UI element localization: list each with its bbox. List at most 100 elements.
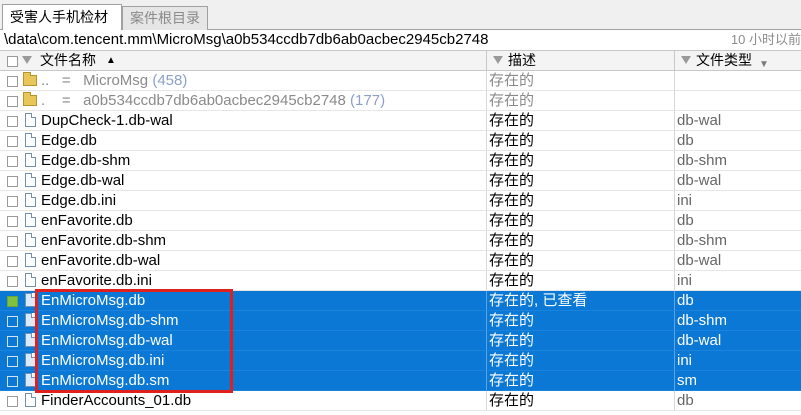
row-checkbox[interactable] [7, 136, 18, 147]
current-path: \data\com.tencent.mm\MicroMsg\a0b534ccdb… [4, 31, 489, 48]
row-checkbox[interactable] [7, 156, 18, 167]
file-type [675, 91, 801, 111]
file-name: FinderAccounts_01.db [41, 392, 192, 409]
file-name: .. [41, 72, 50, 89]
file-desc: 存在的 [487, 271, 675, 291]
row-checkbox[interactable] [7, 176, 18, 187]
filter-icon[interactable] [493, 56, 503, 64]
row-checkbox[interactable] [7, 96, 18, 107]
file-desc: 存在的 [487, 191, 675, 211]
file-icon [25, 133, 36, 147]
column-type-label: 文件类型 [696, 52, 752, 68]
table-row[interactable]: enFavorite.db-shm 存在的 db-shm [0, 231, 801, 251]
row-checkbox[interactable] [7, 356, 18, 367]
table-row[interactable]: DupCheck-1.db-wal 存在的 db-wal [0, 111, 801, 131]
file-icon [25, 393, 36, 407]
table-row[interactable]: .. = MicroMsg (458) 存在的 [0, 71, 801, 91]
file-name: EnMicroMsg.db-wal [41, 332, 173, 349]
file-type: db-shm [675, 311, 801, 331]
equals-sign: = [61, 92, 71, 109]
table-row[interactable]: enFavorite.db 存在的 db [0, 211, 801, 231]
file-name: Edge.db-shm [41, 152, 131, 169]
file-type: db-wal [675, 251, 801, 271]
file-icon [25, 373, 36, 387]
file-desc: 存在的 [487, 231, 675, 251]
table-row[interactable]: Edge.db 存在的 db [0, 131, 801, 151]
column-header-type[interactable]: 文件类型 ▼ [675, 51, 801, 71]
file-type: db [675, 131, 801, 151]
row-checkbox[interactable] [7, 316, 18, 327]
file-icon [25, 213, 36, 227]
folder-icon [23, 92, 37, 106]
file-type: db-wal [675, 111, 801, 131]
table-row-selected[interactable]: EnMicroMsg.db-wal 存在的 db-wal [0, 331, 801, 351]
row-checkbox[interactable] [7, 256, 18, 267]
file-icon [25, 233, 36, 247]
file-desc: 存在的 [487, 331, 675, 351]
filter-icon[interactable] [22, 56, 32, 64]
file-type: db-shm [675, 231, 801, 251]
row-checkbox[interactable] [7, 296, 18, 307]
column-name-label: 文件名称 [40, 52, 96, 68]
file-icon [25, 113, 36, 127]
file-name: EnMicroMsg.db.sm [41, 372, 170, 389]
file-icon [25, 333, 36, 347]
table-row[interactable]: Edge.db-shm 存在的 db-shm [0, 151, 801, 171]
file-list: .. = MicroMsg (458) 存在的 . = a0b534ccdb7d… [0, 71, 801, 411]
table-row-selected[interactable]: EnMicroMsg.db-shm 存在的 db-shm [0, 311, 801, 331]
file-desc: 存在的 [487, 71, 675, 91]
file-type: ini [675, 271, 801, 291]
file-desc: 存在的 [487, 351, 675, 371]
file-desc: 存在的 [487, 371, 675, 391]
file-type: ini [675, 191, 801, 211]
file-icon [25, 353, 36, 367]
file-desc: 存在的 [487, 391, 675, 411]
column-header-name[interactable]: 文件名称 ▲ [0, 51, 487, 71]
row-checkbox[interactable] [7, 76, 18, 87]
file-icon [25, 313, 36, 327]
table-row[interactable]: enFavorite.db-wal 存在的 db-wal [0, 251, 801, 271]
file-icon [25, 153, 36, 167]
table-row-selected[interactable]: EnMicroMsg.db 存在的, 已查看 db [0, 291, 801, 311]
row-checkbox[interactable] [7, 196, 18, 207]
file-name: enFavorite.db.ini [41, 272, 152, 289]
table-row[interactable]: Edge.db-wal 存在的 db-wal [0, 171, 801, 191]
file-desc: 存在的 [487, 131, 675, 151]
status-text: 10 小时以前 [724, 30, 801, 50]
row-checkbox[interactable] [7, 236, 18, 247]
row-checkbox[interactable] [7, 376, 18, 387]
item-count: (177) [350, 92, 386, 109]
file-desc: 存在的 [487, 251, 675, 271]
file-desc: 存在的 [487, 111, 675, 131]
file-name: EnMicroMsg.db [41, 292, 146, 309]
file-name: EnMicroMsg.db.ini [41, 352, 165, 369]
equals-sign: = [61, 72, 71, 89]
tab-case-root[interactable]: 案件根目录 [122, 6, 208, 30]
file-type: db [675, 291, 801, 311]
file-name: Edge.db.ini [41, 192, 117, 209]
file-desc: 存在的 [487, 311, 675, 331]
row-checkbox[interactable] [7, 116, 18, 127]
folder-target: MicroMsg [83, 72, 149, 89]
table-row-selected[interactable]: EnMicroMsg.db.sm 存在的 sm [0, 371, 801, 391]
tab-victim-phone-evidence[interactable]: 受害人手机检材 [2, 4, 122, 31]
select-all-checkbox[interactable] [7, 56, 18, 67]
file-type: db [675, 391, 801, 411]
row-checkbox[interactable] [7, 336, 18, 347]
table-row[interactable]: FinderAccounts_01.db 存在的 db [0, 391, 801, 411]
file-name: enFavorite.db-wal [41, 252, 161, 269]
row-checkbox[interactable] [7, 276, 18, 287]
column-header-desc[interactable]: 描述 [487, 51, 675, 71]
file-desc: 存在的 [487, 151, 675, 171]
table-row[interactable]: Edge.db.ini 存在的 ini [0, 191, 801, 211]
file-desc: 存在的 [487, 91, 675, 111]
row-checkbox[interactable] [7, 216, 18, 227]
filter-icon[interactable] [681, 56, 691, 64]
table-row-selected[interactable]: EnMicroMsg.db.ini 存在的 ini [0, 351, 801, 371]
table-row[interactable]: . = a0b534ccdb7db6ab0acbec2945cb2748 (17… [0, 91, 801, 111]
file-name: EnMicroMsg.db-shm [41, 312, 179, 329]
file-type: db-wal [675, 171, 801, 191]
file-desc: 存在的 [487, 211, 675, 231]
row-checkbox[interactable] [7, 396, 18, 407]
table-row[interactable]: enFavorite.db.ini 存在的 ini [0, 271, 801, 291]
